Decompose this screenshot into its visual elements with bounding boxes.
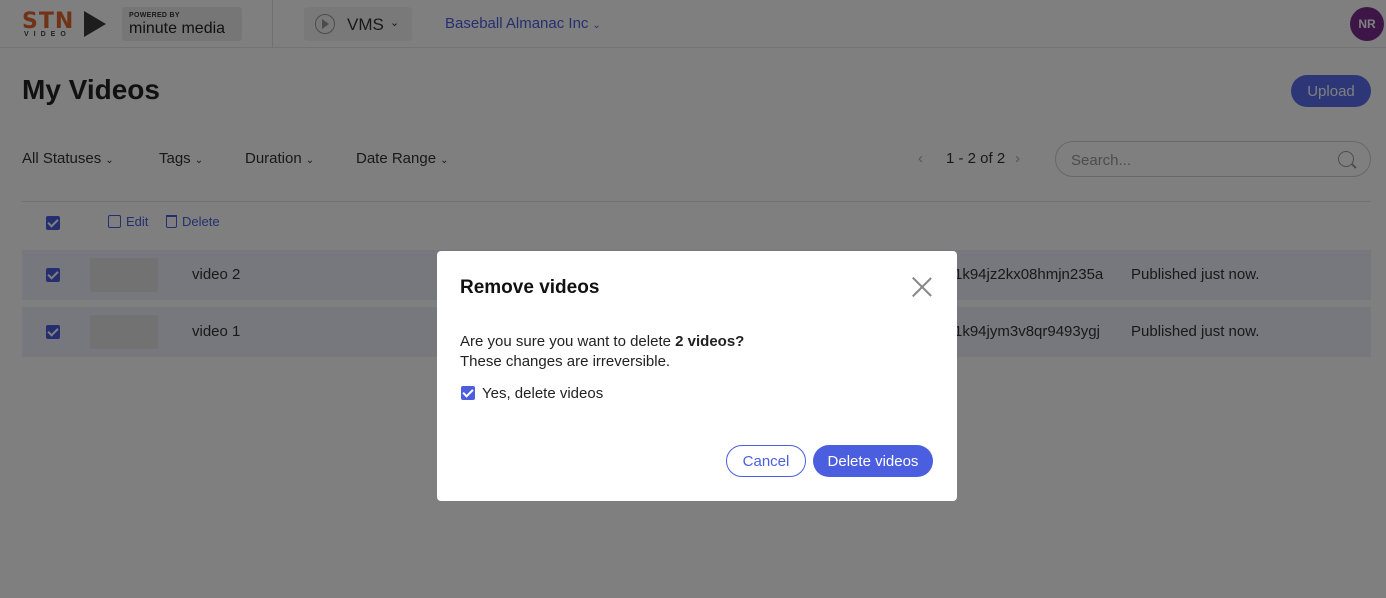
- dialog-question: Are you sure you want to delete 2 videos…: [460, 333, 744, 350]
- remove-videos-dialog: Remove videos Are you sure you want to d…: [437, 251, 957, 501]
- dialog-question-count: 2 videos?: [675, 333, 745, 350]
- confirm-delete-label[interactable]: Yes, delete videos: [482, 385, 603, 402]
- close-icon[interactable]: [911, 276, 933, 298]
- cancel-button[interactable]: Cancel: [726, 445, 806, 477]
- dialog-title: Remove videos: [460, 277, 600, 298]
- confirm-delete-checkbox[interactable]: [461, 386, 475, 400]
- dialog-note: These changes are irreversible.: [460, 353, 671, 370]
- dialog-question-text: Are you sure you want to delete: [460, 333, 676, 350]
- delete-videos-button[interactable]: Delete videos: [813, 445, 933, 477]
